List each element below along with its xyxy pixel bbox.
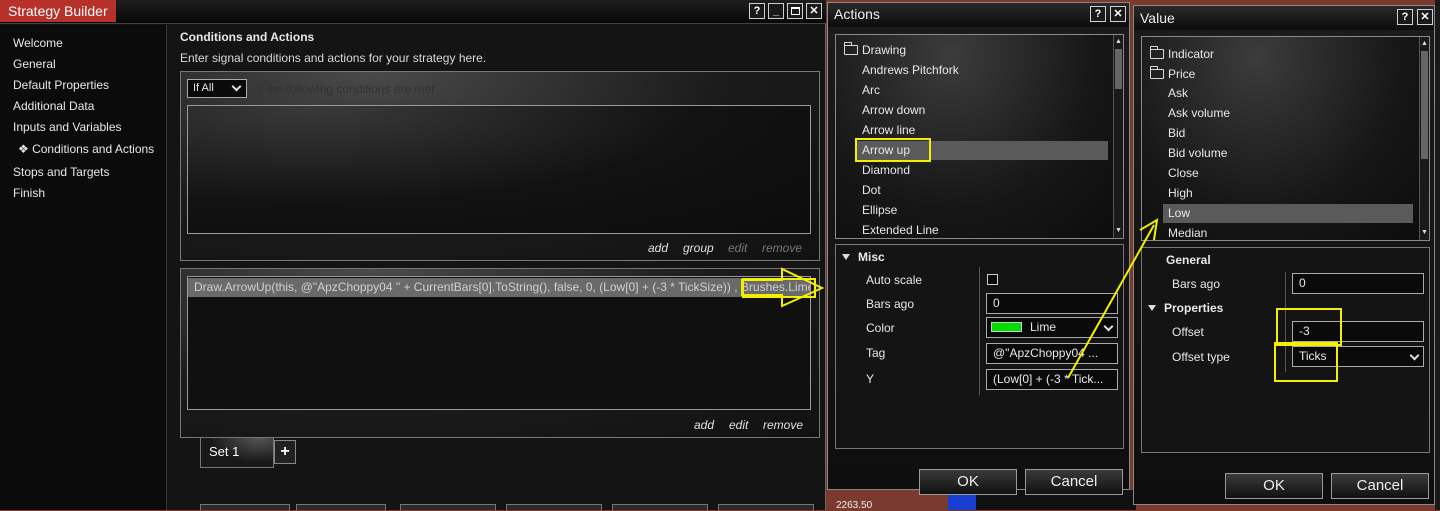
annotation-arrows (741, 218, 1159, 379)
arrow-y-to-value-head (1139, 218, 1159, 241)
arrow-y-to-value (1067, 224, 1155, 379)
arrow-brushes-to-actions (741, 267, 825, 308)
